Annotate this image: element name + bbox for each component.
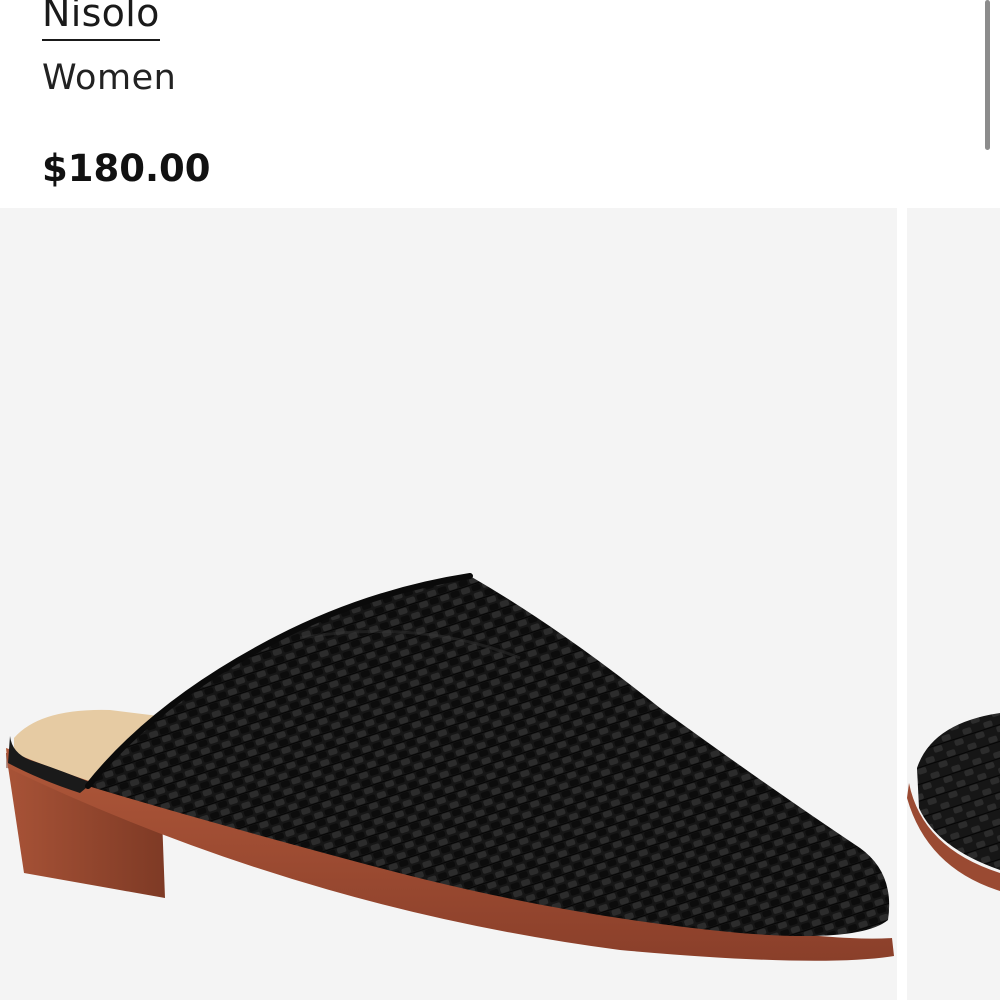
product-price: $180.00 (42, 147, 211, 190)
product-image-main[interactable] (0, 208, 897, 1000)
black-woven-mule-photo (6, 573, 894, 961)
product-image-carousel[interactable] (0, 208, 1000, 1000)
product-image-next[interactable] (907, 208, 1000, 1000)
product-category: Women (42, 58, 177, 98)
brand-link[interactable]: Nisolo (42, 0, 160, 41)
black-woven-mule-photo-partial (907, 713, 1000, 891)
scrollbar[interactable] (985, 0, 990, 150)
